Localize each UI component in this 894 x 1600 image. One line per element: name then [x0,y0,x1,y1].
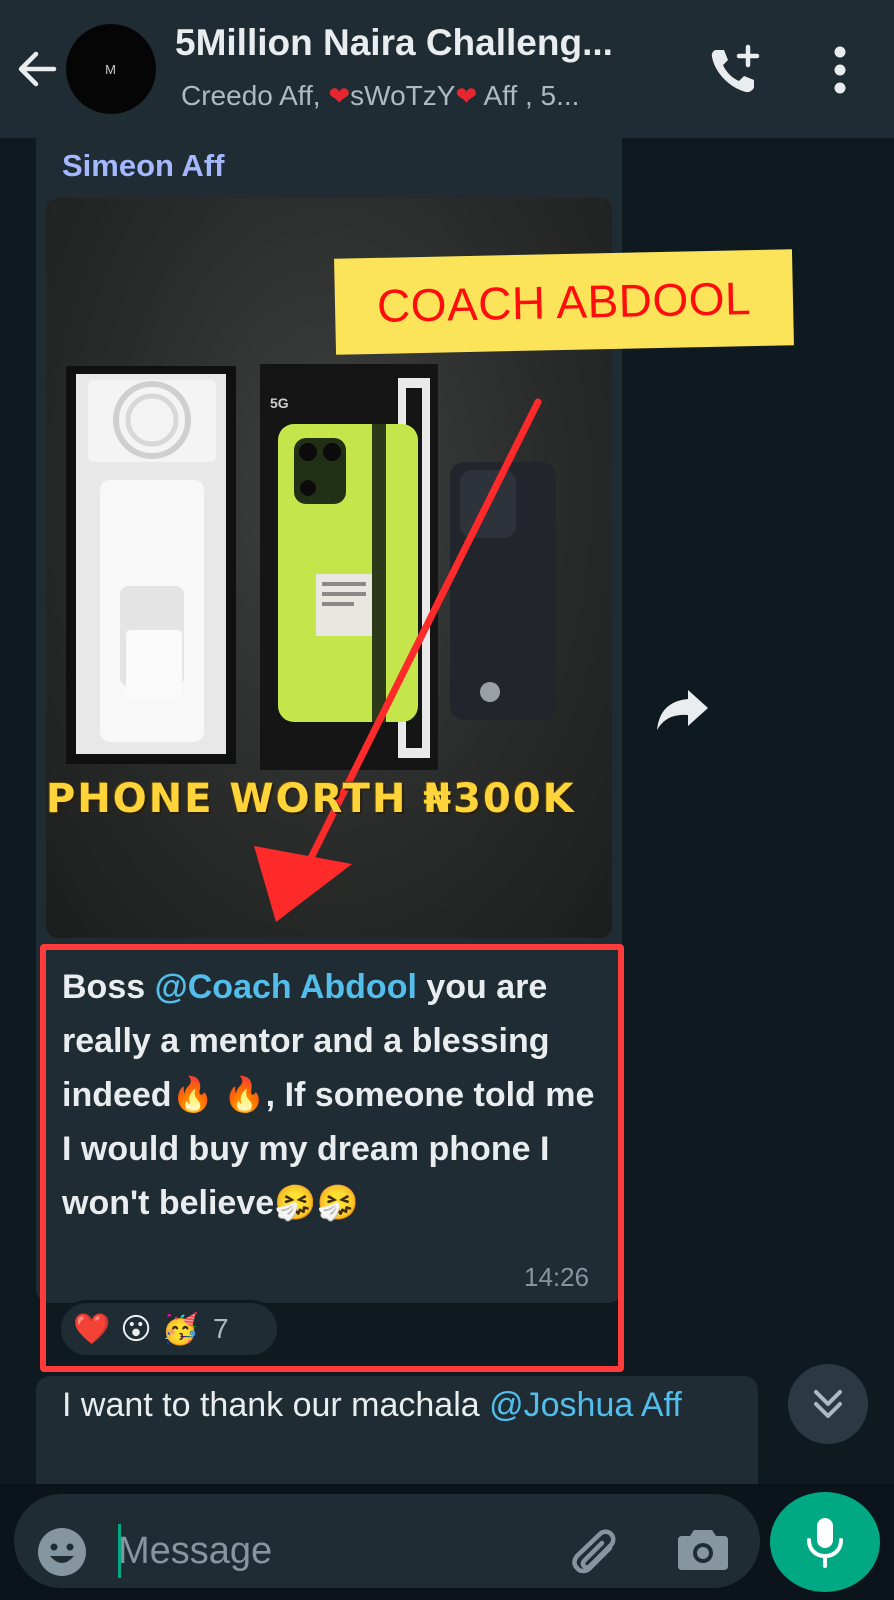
text-body: I want to thank our machala [62,1386,490,1424]
coach-banner: COACH ABDOOL [334,249,794,355]
group-title[interactable]: 5Million Naira Challeng... [175,22,685,64]
svg-text:5G: 5G [270,395,289,411]
mic-button[interactable] [770,1492,880,1592]
add-call-icon[interactable] [706,42,762,98]
subtitle-part: sWoTzY [350,80,456,111]
more-vertical-icon[interactable] [820,44,860,96]
subtitle-part: Creedo Aff, [181,80,329,111]
phone-worth-caption: PHONE WORTH ₦300K [46,776,576,822]
emoji-icon[interactable] [36,1526,88,1578]
highlight-box [40,944,624,1372]
scroll-to-bottom-button[interactable] [788,1364,868,1444]
chat-header: M 5Million Naira Challeng... Creedo Aff,… [0,0,894,138]
message-text: I want to thank our machala @Joshua Aff [62,1382,752,1428]
forward-icon[interactable] [654,686,710,732]
mention-link[interactable]: @Joshua Aff [489,1386,682,1424]
sender-name[interactable]: Simeon Aff [62,148,224,184]
subtitle-part: Aff , 5... [477,80,580,111]
paperclip-icon[interactable] [566,1522,622,1578]
avatar-letter: M [105,61,117,77]
double-chevron-down-icon [814,1390,842,1418]
heart-icon: ❤ [455,81,478,111]
group-members-subtitle[interactable]: Creedo Aff, ❤sWoTzY❤ Aff , 5... [181,80,681,112]
microphone-icon [807,1518,843,1568]
text-cursor [118,1524,121,1578]
heart-icon: ❤ [328,81,351,111]
message-input[interactable] [118,1524,538,1578]
group-avatar[interactable]: M [66,24,156,114]
camera-icon[interactable] [676,1524,730,1574]
arrow-left-icon[interactable] [14,46,60,92]
